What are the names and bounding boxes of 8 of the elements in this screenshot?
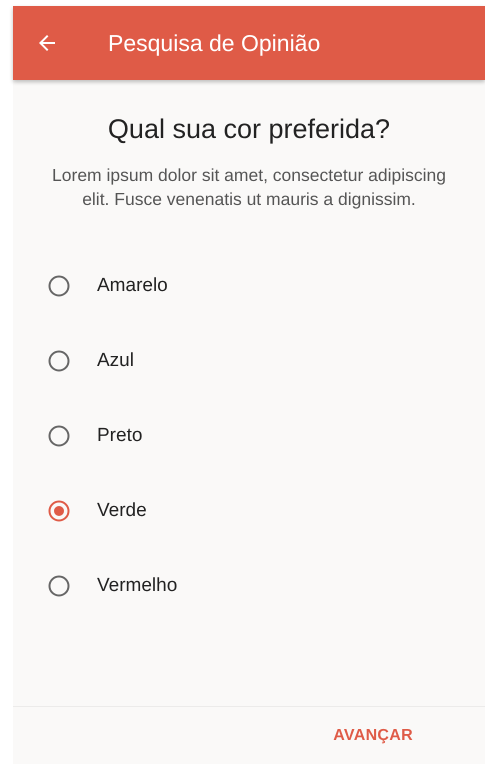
radio-option[interactable]: Amarelo xyxy=(13,248,485,324)
radio-option[interactable]: Preto xyxy=(13,398,485,474)
radio-option[interactable]: Vermelho xyxy=(13,548,485,624)
radio-option[interactable]: Azul xyxy=(13,323,485,399)
question-title: Qual sua cor preferida? xyxy=(106,114,392,145)
question-description: Lorem ipsum dolor sit amet, consectetur adipiscing elit. Fusce venenatis ut mauris a dignissim. xyxy=(51,164,447,211)
app-bar-title: Pesquisa de Opinião xyxy=(108,30,320,56)
radio-option[interactable]: Verde xyxy=(13,473,485,549)
